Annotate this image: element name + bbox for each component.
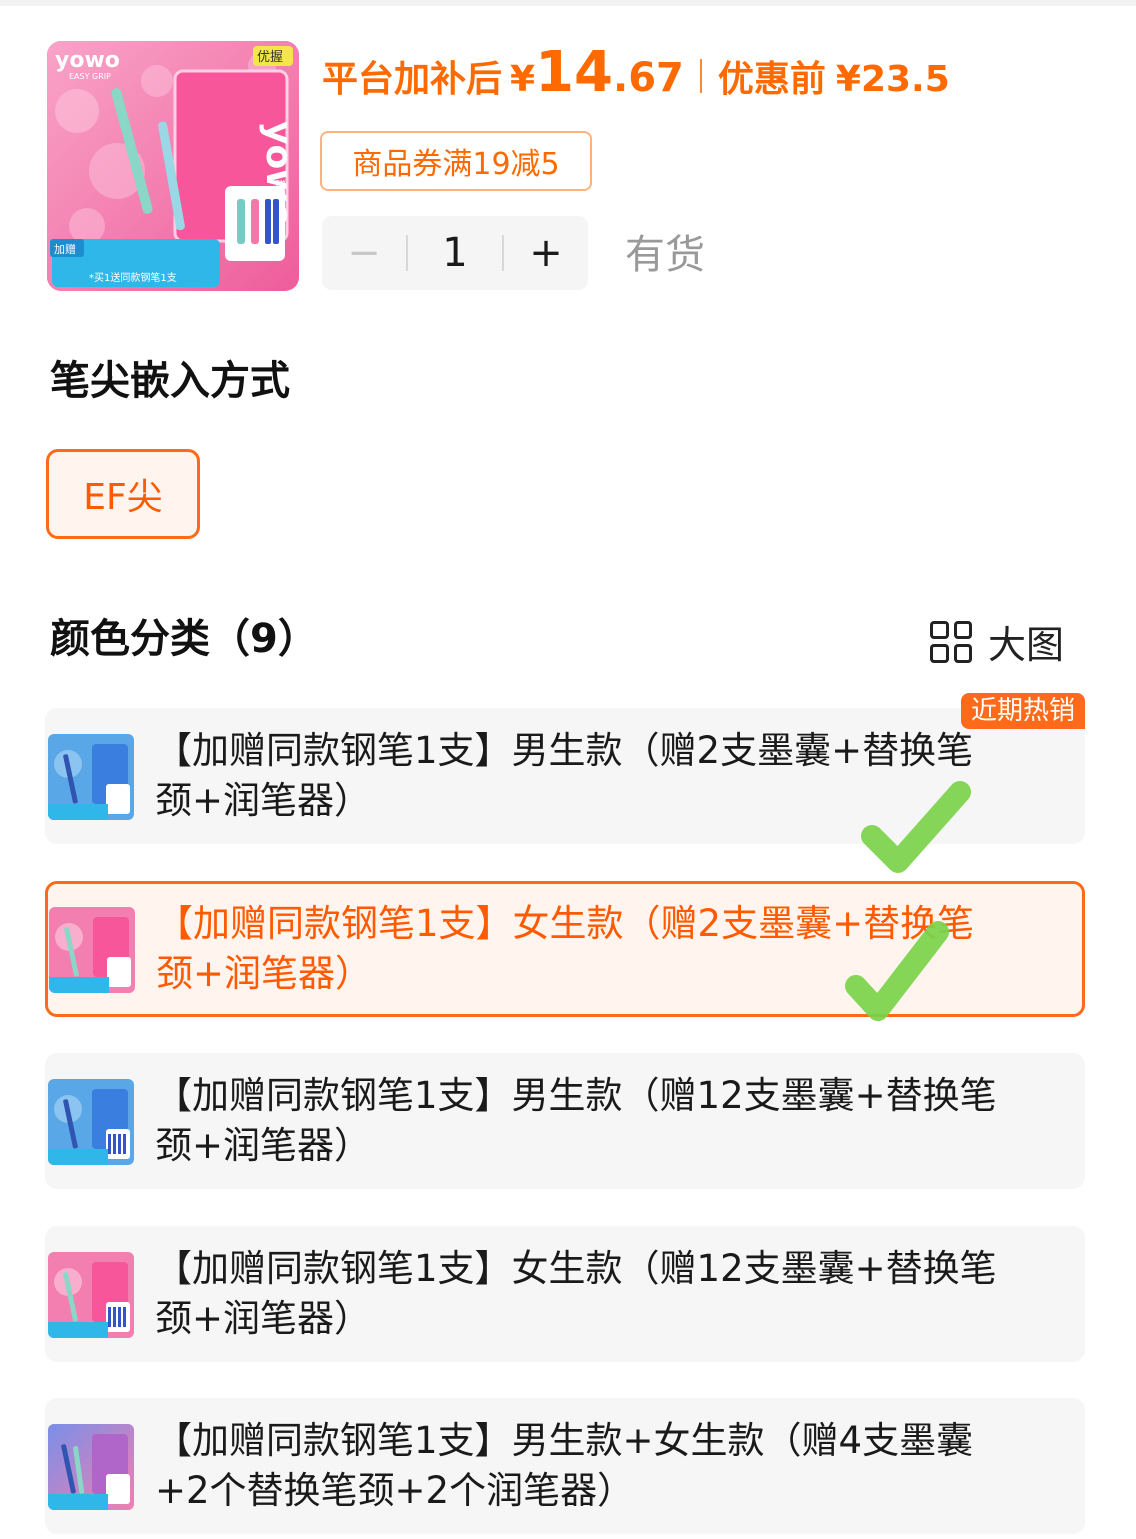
option-thumbnail: [48, 734, 134, 820]
price-integer: 14: [535, 40, 614, 105]
top-divider: [0, 0, 1136, 6]
option-label: 【加赠同款钢笔1支】男生款+女生款（赠4支墨囊 +2个替换笔颈+2个润笔器）: [155, 1419, 974, 1512]
big-view-label: 大图: [988, 623, 1065, 667]
price-decimal: .67: [613, 55, 684, 101]
price-row: 平台加补后 ¥ 14 .67 优惠前 ¥23.5: [322, 40, 950, 112]
price-currency: ¥: [510, 59, 536, 100]
option-thumbnail: [48, 1252, 134, 1338]
price-separator: [699, 59, 702, 93]
quantity-value[interactable]: 1: [408, 230, 502, 276]
color-option-selected[interactable]: 【加赠同款钢笔1支】女生款（赠2支墨囊+替换笔 颈+润笔器）: [45, 881, 1085, 1017]
option-thumbnail: [48, 1424, 134, 1510]
color-option[interactable]: 【加赠同款钢笔1支】女生款（赠12支墨囊+替换笔 颈+润笔器）: [45, 1226, 1085, 1362]
option-label: 【加赠同款钢笔1支】男生款（赠12支墨囊+替换笔 颈+润笔器）: [155, 1074, 997, 1167]
option-label: 【加赠同款钢笔1支】女生款（赠2支墨囊+替换笔 颈+润笔器）: [156, 902, 975, 995]
color-option[interactable]: 【加赠同款钢笔1支】男生款+女生款（赠4支墨囊 +2个替换笔颈+2个润笔器）: [45, 1398, 1085, 1534]
option-thumbnail: [49, 907, 135, 993]
price-label: 平台加补后: [322, 59, 503, 100]
image-banner: *买1送同款钢笔1支: [89, 271, 177, 284]
nib-option-ef[interactable]: EF尖: [46, 449, 200, 539]
color-option[interactable]: 【加赠同款钢笔1支】男生款（赠2支墨囊+替换笔 颈+润笔器） 近期热销: [45, 693, 1085, 844]
option-label: 【加赠同款钢笔1支】男生款（赠2支墨囊+替换笔 颈+润笔器）: [155, 729, 974, 822]
gift-badge: 赠: [275, 178, 286, 192]
hot-sale-badge: 近期热销: [960, 693, 1085, 729]
color-section-title: 颜色分类（9）: [50, 616, 318, 662]
coupon-tag[interactable]: 商品券满19减5: [320, 131, 592, 191]
big-view-toggle[interactable]: 大图: [930, 614, 1064, 669]
grid-icon: [930, 620, 972, 663]
logo-brand: yowo: [55, 48, 120, 73]
stock-status: 有货: [625, 232, 705, 278]
bonus-badge: 加赠: [54, 242, 76, 256]
price-before-value: ¥23.5: [835, 59, 950, 100]
increase-button[interactable]: +: [504, 216, 588, 290]
product-main-image[interactable]: yowo 加赠 *买1送同款钢笔1支 yowo EASY GRIP 优握 赠: [47, 41, 299, 291]
logo-subbrand: EASY GRIP: [69, 72, 111, 81]
option-label: 【加赠同款钢笔1支】女生款（赠12支墨囊+替换笔 颈+润笔器）: [155, 1247, 997, 1340]
quantity-stepper: − 1 +: [322, 216, 588, 290]
option-thumbnail: [48, 1079, 134, 1165]
decrease-button[interactable]: −: [322, 216, 406, 290]
price-before-label: 优惠前: [717, 59, 826, 100]
tag-badge: 优握: [257, 50, 283, 65]
nib-section-title: 笔尖嵌入方式: [50, 358, 290, 404]
color-option[interactable]: 【加赠同款钢笔1支】男生款（赠12支墨囊+替换笔 颈+润笔器）: [45, 1053, 1085, 1189]
